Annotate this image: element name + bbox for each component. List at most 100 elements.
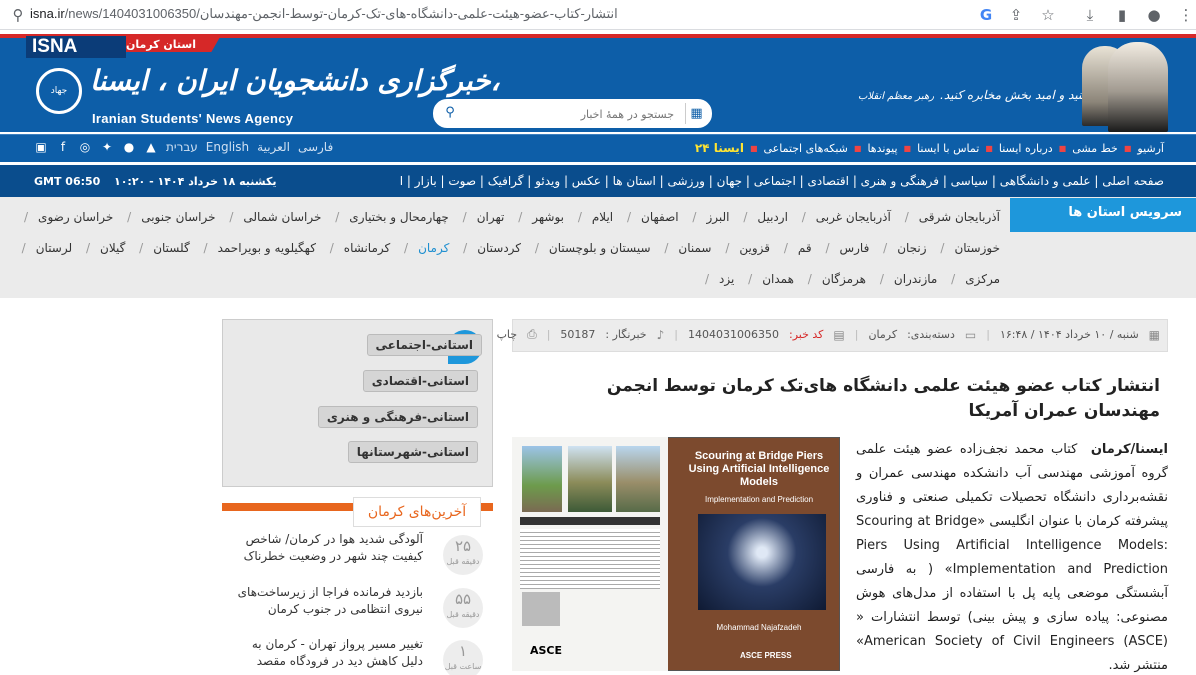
nav-item-isna24[interactable]: ایسنا ۲۴	[695, 141, 744, 155]
url-text[interactable]: isna.ir/news/1404031006350/انتشار-کتاب-ع…	[30, 6, 618, 22]
site-info-icon[interactable]: ⚲	[8, 5, 28, 25]
portrait-image	[1108, 42, 1168, 132]
latest-item[interactable]: آلودگی شدید هوا در کرمان/ شاخص کیفیت چند…	[222, 531, 493, 583]
province-link[interactable]: قم	[798, 241, 812, 255]
lang-english[interactable]: English	[206, 140, 249, 154]
lang-arabic[interactable]: العربية	[257, 140, 290, 154]
province-link[interactable]: سیستان و بلوچستان	[549, 241, 651, 255]
star-icon[interactable]: ☆	[1038, 5, 1058, 25]
instagram-icon[interactable]: ◎	[78, 140, 92, 154]
bridge-night-photo	[698, 514, 826, 610]
province-link[interactable]: گیلان	[100, 241, 125, 255]
province-link[interactable]: مرکزی	[965, 272, 1000, 286]
province-link[interactable]: همدان	[762, 272, 794, 286]
isna-logo[interactable]: ISNA	[26, 36, 126, 58]
sidebar-icon[interactable]: ▮	[1112, 5, 1132, 25]
gmt-time: GMT 06:50	[34, 175, 101, 188]
province-link[interactable]: سمنان	[678, 241, 711, 255]
province-link[interactable]: کهگیلویه و بویراحمد	[218, 241, 316, 255]
province-link[interactable]: ایلام	[592, 210, 613, 224]
province-row: مرکزی/ مازندران/ هرمزگان/ همدان/ یزد/	[704, 272, 1000, 286]
province-link-active[interactable]: کرمان	[418, 241, 449, 255]
province-link[interactable]: خراسان شمالی	[243, 210, 321, 224]
province-link[interactable]: هرمزگان	[822, 272, 866, 286]
province-link[interactable]: کردستان	[477, 241, 521, 255]
bridge-photo	[616, 446, 660, 512]
province-link[interactable]: البرز	[706, 210, 729, 224]
share-icon[interactable]: ⇪	[1006, 5, 1026, 25]
language-and-social: ▣ f ◎ ✦ ● ▲ עברית English العربية فارسی	[34, 140, 333, 154]
book-back-text	[520, 529, 660, 589]
latest-item[interactable]: تغییر مسیر پرواز تهران - کرمان به دلیل ک…	[222, 636, 493, 675]
province-link[interactable]: یزد	[719, 272, 734, 286]
latest-item-text[interactable]: بازدید فرمانده فراجا از زیرساخت‌های نیرو…	[233, 584, 423, 618]
province-row: خوزستان/ زنجان/ فارس/ قم/ قزوین/ سمنان/ …	[21, 241, 1000, 255]
android-icon[interactable]: ▲	[144, 140, 158, 154]
nav-item-contact[interactable]: تماس با ایسنا	[917, 142, 979, 155]
tag-link[interactable]: استانی-اقتصادی	[362, 370, 478, 392]
nav-item-archive[interactable]: آرشیو	[1137, 142, 1164, 155]
nav-item-about[interactable]: درباره ایسنا	[999, 142, 1053, 155]
province-link[interactable]: فارس	[839, 241, 869, 255]
agency-name-en[interactable]: Iranian Students' News Agency	[92, 111, 293, 126]
tag-link[interactable]: استانی-فرهنگی و هنری	[317, 406, 478, 428]
province-link[interactable]: چهارمحال و بختیاری	[349, 210, 449, 224]
article-category[interactable]: کرمان	[868, 328, 897, 341]
province-link[interactable]: تهران	[477, 210, 505, 224]
tag-link[interactable]: استانی-شهرستانها	[347, 441, 478, 463]
province-link[interactable]: زنجان	[897, 241, 926, 255]
rss-icon[interactable]: ▣	[34, 140, 48, 154]
latest-item-text[interactable]: آلودگی شدید هوا در کرمان/ شاخص کیفیت چند…	[233, 531, 423, 565]
article-body: ایسنا/کرمان کتاب محمد نجف‌زاده عضو هیئت …	[856, 438, 1168, 675]
province-link[interactable]: اردبیل	[757, 210, 788, 224]
article-lead: ایسنا/کرمان	[1090, 442, 1169, 457]
author-photo	[522, 592, 560, 626]
article-title: انتشار کتاب عضو هیئت علمی دانشگاه های‌تک…	[606, 376, 1160, 421]
book-title: Scouring at Bridge Piers Using Artificia…	[688, 450, 830, 488]
province-link[interactable]: خراسان رضوی	[38, 210, 113, 224]
province-link[interactable]: آذربایجان شرقی	[919, 210, 1000, 224]
calendar-icon[interactable]: ▦	[685, 103, 707, 124]
tag-link[interactable]: استانی-اجتماعی	[366, 334, 482, 356]
menu-icon[interactable]: ⋮	[1176, 5, 1196, 25]
category-links[interactable]: صفحه اصلی | علمی و دانشگاهی | سیاسی | فر…	[400, 174, 1164, 188]
lang-farsi[interactable]: فارسی	[298, 140, 333, 154]
search-box[interactable]: ⚲ ▦	[433, 99, 712, 128]
google-icon[interactable]: G	[976, 5, 996, 25]
latest-time-badge: ۱ ساعت قبل	[443, 640, 483, 675]
agency-name-fa[interactable]: خبرگزاری دانشجویان ایران ، ایسنا،	[90, 64, 500, 97]
microphone-icon: ♪	[656, 327, 665, 342]
download-icon[interactable]: ⤓	[1080, 5, 1100, 25]
province-link[interactable]: اصفهان	[641, 210, 679, 224]
province-link[interactable]: خوزستان	[954, 241, 1000, 255]
search-input[interactable]	[464, 104, 674, 124]
nav-item-social[interactable]: شبکه‌های اجتماعی	[764, 142, 848, 155]
article-date: شنبه / ۱۰ خرداد ۱۴۰۴ / ۱۶:۴۸	[999, 328, 1139, 341]
article-body-text: کتاب محمد نجف‌زاده عضو هیئت علمی گروه آم…	[856, 442, 1168, 673]
latest-item-text[interactable]: تغییر مسیر پرواز تهران - کرمان به دلیل ک…	[233, 636, 423, 670]
province-link[interactable]: گلستان	[153, 241, 189, 255]
province-link[interactable]: لرستان	[36, 241, 72, 255]
province-link[interactable]: خراسان جنوبی	[141, 210, 215, 224]
province-link[interactable]: قزوین	[739, 241, 770, 255]
twitter-icon[interactable]: ✦	[100, 140, 114, 154]
province-link[interactable]: کرمانشاه	[344, 241, 390, 255]
profile-icon[interactable]: ●	[1144, 5, 1164, 25]
province-link[interactable]: آذربایجان غربی	[816, 210, 891, 224]
jahad-emblem-icon: جهاد	[36, 68, 82, 114]
facebook-icon[interactable]: f	[56, 140, 70, 154]
province-link[interactable]: بوشهر	[532, 210, 564, 224]
print-icon[interactable]: ⎙	[527, 327, 537, 342]
province-link[interactable]: مازندران	[894, 272, 937, 286]
article-meta: ▦ شنبه / ۱۰ خرداد ۱۴۰۴ / ۱۶:۴۸ | ▭ دسته‌…	[496, 327, 1160, 342]
lang-hebrew[interactable]: עברית	[166, 140, 198, 154]
code-label: کد خبر:	[788, 328, 824, 341]
nav-item-policy[interactable]: خط مشی	[1072, 142, 1118, 155]
latest-item[interactable]: بازدید فرمانده فراجا از زیرساخت‌های نیرو…	[222, 584, 493, 636]
print-button[interactable]: چاپ	[497, 328, 518, 341]
nav-item-links[interactable]: پیوندها	[867, 142, 897, 155]
search-icon[interactable]: ⚲	[441, 104, 459, 122]
apple-icon[interactable]: ●	[122, 140, 136, 154]
book-subtitle: Implementation and Prediction	[704, 495, 814, 504]
current-date: یکشنبه ۱۸ خرداد ۱۴۰۴ - ۱۰:۲۰	[114, 175, 277, 188]
